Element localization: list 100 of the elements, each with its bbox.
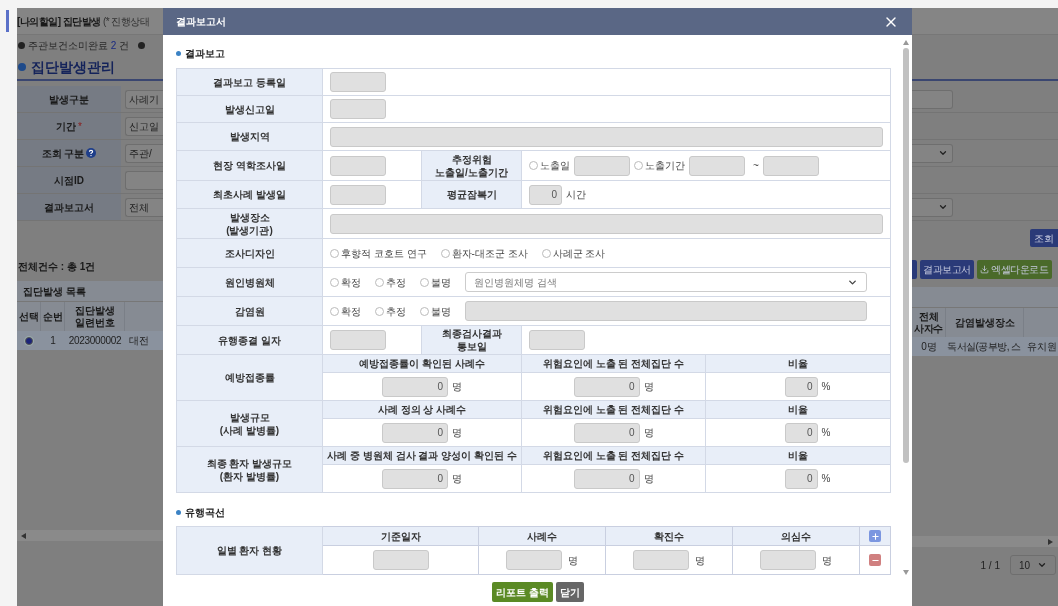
- field-label: 발생신고일: [223, 102, 276, 116]
- column-header: 위험요인에 노출 된 전체집단 수: [541, 403, 686, 417]
- input-field[interactable]: [529, 330, 585, 350]
- filter-field[interactable]: 전체: [125, 197, 163, 217]
- filter-select[interactable]: [912, 143, 953, 163]
- input-field[interactable]: [689, 155, 745, 176]
- remove-row-button[interactable]: [869, 554, 881, 566]
- input-field[interactable]: [330, 213, 883, 234]
- radio-button[interactable]: [541, 248, 551, 258]
- radio-button[interactable]: [375, 306, 384, 316]
- radio-button[interactable]: [420, 277, 429, 287]
- field-label: 최종검사결과 통보일: [440, 327, 503, 353]
- scrollbar-thumb[interactable]: [903, 48, 909, 463]
- input-field[interactable]: [372, 550, 429, 570]
- horizontal-scrollbar[interactable]: [17, 530, 163, 541]
- download-icon: [980, 265, 989, 274]
- radio-button[interactable]: [420, 306, 429, 316]
- input-field[interactable]: 0: [784, 468, 818, 489]
- field-label: 평균잠복기: [445, 188, 498, 201]
- input-field[interactable]: 0: [382, 468, 448, 489]
- add-row-button[interactable]: [869, 530, 881, 542]
- radio-button[interactable]: [529, 161, 538, 170]
- excel-download-button[interactable]: 엑셀다운로드: [977, 260, 1052, 279]
- table-cell-text: 독서실(공부방, 스: [946, 340, 1022, 354]
- list-row[interactable]: 1 2023000002 대전: [17, 331, 163, 350]
- radio-label: 후향적 코호트 연구: [341, 246, 427, 261]
- input-field[interactable]: 0: [382, 422, 448, 443]
- notice-text: 주관보건소미완료 2 건: [28, 38, 130, 53]
- input-field[interactable]: [760, 550, 816, 570]
- input-field[interactable]: 0: [784, 376, 818, 397]
- input-field[interactable]: [330, 155, 386, 176]
- table-cell-text: 2023000002: [67, 334, 123, 348]
- radio-label: 추정: [386, 304, 406, 319]
- input-field[interactable]: [330, 126, 883, 147]
- input-field[interactable]: [506, 550, 562, 570]
- input-field[interactable]: [330, 99, 386, 119]
- filter-field[interactable]: 사례기: [125, 89, 163, 109]
- filter-select[interactable]: [912, 197, 953, 217]
- column-header: 전체 사자수: [914, 310, 943, 335]
- button-edge[interactable]: [912, 260, 917, 279]
- filter-field[interactable]: 신고일: [125, 116, 163, 136]
- scroll-up-icon[interactable]: [903, 39, 909, 45]
- unit-label: 명: [643, 380, 654, 394]
- filter-field[interactable]: [125, 170, 163, 190]
- result-report-button[interactable]: 결과보고서: [920, 260, 974, 279]
- radio-button[interactable]: [330, 277, 339, 287]
- input-field[interactable]: [762, 155, 819, 176]
- unit-label: %: [821, 426, 832, 440]
- field-label: 발생장소 (발생기관): [225, 210, 274, 237]
- radio-button[interactable]: [634, 161, 643, 170]
- field-label: 최초사례 발생일: [212, 188, 287, 201]
- bullet-icon: [18, 63, 26, 71]
- radio-button[interactable]: [25, 336, 33, 345]
- filter-field[interactable]: 주관/: [125, 143, 163, 163]
- radio-button[interactable]: [440, 248, 450, 258]
- input-field[interactable]: [330, 184, 386, 205]
- input-field[interactable]: [574, 155, 630, 176]
- field-label: 추정위험 노출일/노출기간: [434, 152, 509, 179]
- column-header: 선택: [18, 310, 39, 323]
- close-button[interactable]: 닫기: [555, 582, 584, 602]
- field-label: 유행종결 일자: [217, 333, 282, 347]
- input-field[interactable]: 0: [573, 468, 640, 489]
- input-field[interactable]: [633, 550, 689, 570]
- filter-field[interactable]: [912, 89, 953, 109]
- horizontal-scrollbar[interactable]: [912, 536, 1058, 547]
- column-header: 집단발생 일련번호: [74, 304, 115, 329]
- radio-label: 노출일: [540, 159, 570, 173]
- radio-button[interactable]: [375, 277, 384, 287]
- radio-button[interactable]: [330, 306, 339, 316]
- scroll-right-icon[interactable]: [1048, 538, 1054, 545]
- input-field[interactable]: 0: [784, 422, 818, 443]
- input-field[interactable]: [330, 72, 386, 92]
- input-field[interactable]: 0: [382, 376, 448, 397]
- unit-label: 명: [822, 553, 832, 568]
- scroll-left-icon[interactable]: [21, 532, 27, 539]
- radio-label: 불명: [431, 275, 451, 290]
- scroll-down-icon[interactable]: [903, 570, 909, 576]
- page-size-select[interactable]: 10: [1010, 555, 1056, 575]
- print-report-button[interactable]: 리포트 출력: [492, 582, 553, 602]
- unit-label: 명: [452, 472, 462, 486]
- title-note: (* 진행상태: [102, 14, 150, 29]
- input-field[interactable]: 0: [573, 422, 640, 443]
- filter-label: 결과보고서: [44, 200, 94, 215]
- pathogen-select[interactable]: 원인병원체명 검색: [465, 272, 867, 292]
- input-field[interactable]: 0: [529, 184, 562, 205]
- column-header: 사례 정의 상 사례수: [376, 403, 468, 417]
- column-header: 예방접종률이 확인된 사례수: [358, 357, 486, 371]
- column-header: 비율: [787, 449, 809, 463]
- page-heading: 집단발생관리: [31, 57, 115, 77]
- input-field[interactable]: [465, 301, 867, 321]
- radio-label: 사례군 조사: [552, 246, 606, 261]
- search-button[interactable]: 조회: [1030, 229, 1058, 247]
- field-label: 발생지역: [228, 130, 271, 143]
- radio-button[interactable]: [330, 248, 339, 258]
- input-field[interactable]: [330, 330, 386, 350]
- unit-label: 명: [643, 472, 654, 486]
- unit-label: 명: [568, 553, 578, 568]
- input-field[interactable]: 0: [573, 376, 640, 397]
- column-header: 비율: [787, 403, 809, 417]
- column-header: 비율: [787, 357, 809, 371]
